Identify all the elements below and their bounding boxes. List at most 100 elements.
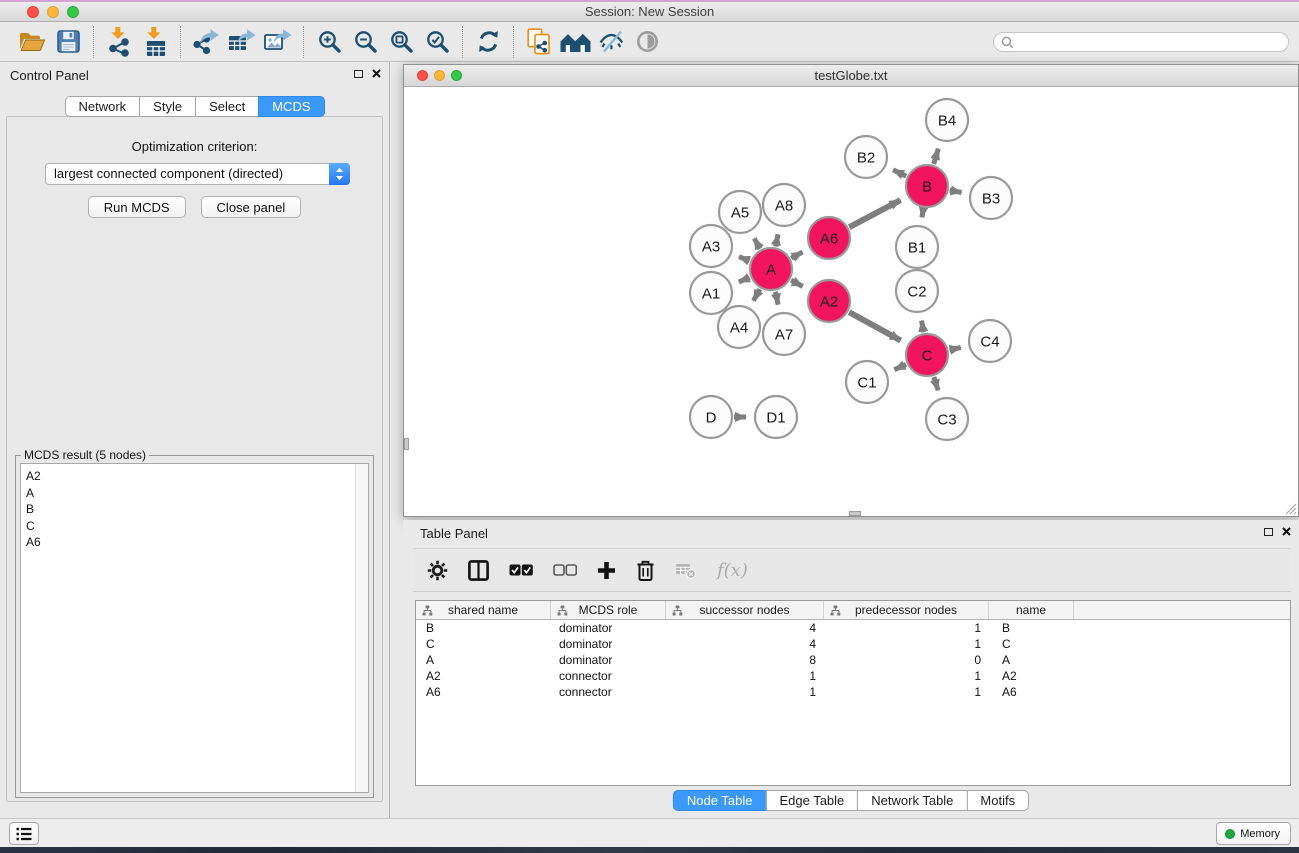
mcds-result-item[interactable]: A2: [26, 468, 368, 485]
node-A6[interactable]: A6: [808, 217, 850, 259]
float-table-panel-icon[interactable]: [1264, 528, 1273, 536]
edge-B-B2[interactable]: [893, 170, 906, 176]
open-session-button[interactable]: [14, 24, 50, 60]
import-table-button[interactable]: [137, 24, 173, 60]
apply-layout-button[interactable]: [470, 24, 506, 60]
close-window-button[interactable]: [27, 6, 39, 18]
node-C4[interactable]: C4: [969, 320, 1011, 362]
add-column-button[interactable]: [597, 561, 616, 580]
edge-C-C1[interactable]: [894, 364, 906, 369]
node-C2[interactable]: C2: [896, 270, 938, 312]
edge-A-A7[interactable]: [776, 292, 779, 305]
float-panel-icon[interactable]: [354, 70, 363, 78]
export-table-button[interactable]: [224, 24, 260, 60]
edge-C-C4[interactable]: [950, 348, 961, 351]
table-row[interactable]: Adominator80A: [416, 652, 1290, 668]
table-row[interactable]: A6connector11A6: [416, 684, 1290, 700]
node-B2[interactable]: B2: [845, 136, 887, 178]
edge-B-B1[interactable]: [922, 209, 923, 218]
show-graphics-details-button[interactable]: [629, 24, 665, 60]
column-header-name[interactable]: name: [989, 601, 1074, 619]
tab-node-table[interactable]: Node Table: [673, 790, 767, 811]
zoom-window-button[interactable]: [67, 6, 79, 18]
node-table[interactable]: shared nameMCDS rolesuccessor nodesprede…: [415, 600, 1291, 786]
node-B1[interactable]: B1: [896, 226, 938, 268]
edge-A-A2[interactable]: [791, 280, 803, 286]
node-B3[interactable]: B3: [970, 177, 1012, 219]
delete-column-button[interactable]: [636, 560, 655, 581]
node-A1[interactable]: A1: [690, 272, 732, 314]
optimization-criterion-select[interactable]: largest connected component (directed): [45, 163, 350, 185]
node-B4[interactable]: B4: [926, 99, 968, 141]
edge-B-B4[interactable]: [934, 149, 939, 164]
mcds-result-item[interactable]: C: [26, 518, 368, 535]
edge-B-B3[interactable]: [950, 190, 962, 192]
node-A5[interactable]: A5: [719, 191, 761, 233]
edge-A-A6[interactable]: [791, 252, 802, 258]
mcds-result-item[interactable]: A: [26, 485, 368, 502]
edge-C-C2[interactable]: [922, 321, 924, 333]
scrollbar-nub-left[interactable]: [404, 438, 409, 450]
task-history-button[interactable]: [9, 822, 39, 845]
zoom-in-button[interactable]: [311, 24, 347, 60]
node-A7[interactable]: A7: [763, 313, 805, 355]
node-A3[interactable]: A3: [690, 225, 732, 267]
node-A4[interactable]: A4: [718, 306, 760, 348]
node-D[interactable]: D: [690, 396, 732, 438]
scrollbar-nub-bottom[interactable]: [849, 511, 861, 516]
column-header-MCDS-role[interactable]: MCDS role: [551, 601, 666, 619]
export-image-button[interactable]: [260, 24, 296, 60]
network-canvas[interactable]: AA1A2A3A4A5A6A7A8BB1B2B3B4CC1C2C3C4DD1: [404, 87, 1298, 516]
zoom-fit-button[interactable]: [383, 24, 419, 60]
column-header-shared-name[interactable]: shared name: [416, 601, 551, 619]
edge-A-A1[interactable]: [739, 278, 750, 282]
session-overview-button[interactable]: [521, 24, 557, 60]
edge-A-A8[interactable]: [776, 234, 778, 246]
import-network-button[interactable]: [101, 24, 137, 60]
table-row[interactable]: A2connector11A2: [416, 668, 1290, 684]
network-close-button[interactable]: [417, 70, 428, 81]
mcds-result-item[interactable]: B: [26, 501, 368, 518]
select-all-button[interactable]: [509, 564, 533, 576]
edge-A2-C[interactable]: [849, 312, 901, 340]
edge-C-C3[interactable]: [934, 377, 938, 390]
tab-motifs[interactable]: Motifs: [966, 790, 1029, 811]
tab-style[interactable]: Style: [139, 96, 196, 117]
network-minimize-button[interactable]: [434, 70, 445, 81]
run-mcds-button[interactable]: Run MCDS: [88, 196, 186, 218]
tab-mcds[interactable]: MCDS: [258, 96, 324, 117]
mcds-result-list[interactable]: A2ABCA6: [20, 463, 369, 793]
result-list-scrollbar[interactable]: [355, 464, 368, 792]
delete-table-button[interactable]: [675, 562, 697, 579]
function-builder-button[interactable]: f(x): [717, 560, 748, 581]
column-header-predecessor-nodes[interactable]: predecessor nodes: [824, 601, 989, 619]
minimize-window-button[interactable]: [47, 6, 59, 18]
network-graph[interactable]: AA1A2A3A4A5A6A7A8BB1B2B3B4CC1C2C3C4DD1: [404, 87, 1298, 516]
node-C3[interactable]: C3: [926, 398, 968, 440]
tab-edge-table[interactable]: Edge Table: [765, 790, 858, 811]
deselect-all-button[interactable]: [553, 564, 577, 576]
node-A8[interactable]: A8: [763, 184, 805, 226]
memory-button[interactable]: Memory: [1216, 822, 1291, 845]
close-panel-button[interactable]: Close panel: [201, 196, 302, 218]
edge-A-A3[interactable]: [739, 257, 750, 261]
search-input[interactable]: [1019, 35, 1279, 49]
mcds-result-item[interactable]: A6: [26, 534, 368, 551]
save-session-button[interactable]: [50, 24, 86, 60]
edge-A-A5[interactable]: [754, 238, 760, 248]
hide-graphics-details-button[interactable]: [593, 24, 629, 60]
tab-network-table[interactable]: Network Table: [857, 790, 967, 811]
edge-A-A4[interactable]: [754, 289, 760, 301]
edge-A6-B[interactable]: [849, 200, 900, 227]
table-row[interactable]: Bdominator41B: [416, 620, 1290, 636]
node-C[interactable]: C: [906, 334, 948, 376]
node-C1[interactable]: C1: [846, 361, 888, 403]
export-network-button[interactable]: [188, 24, 224, 60]
zoom-out-button[interactable]: [347, 24, 383, 60]
tab-network[interactable]: Network: [64, 96, 140, 117]
resize-grip[interactable]: [1284, 502, 1297, 515]
show-columns-button[interactable]: [468, 560, 489, 581]
table-row[interactable]: Cdominator41C: [416, 636, 1290, 652]
close-panel-icon[interactable]: [372, 69, 381, 78]
search-box[interactable]: [993, 32, 1289, 52]
